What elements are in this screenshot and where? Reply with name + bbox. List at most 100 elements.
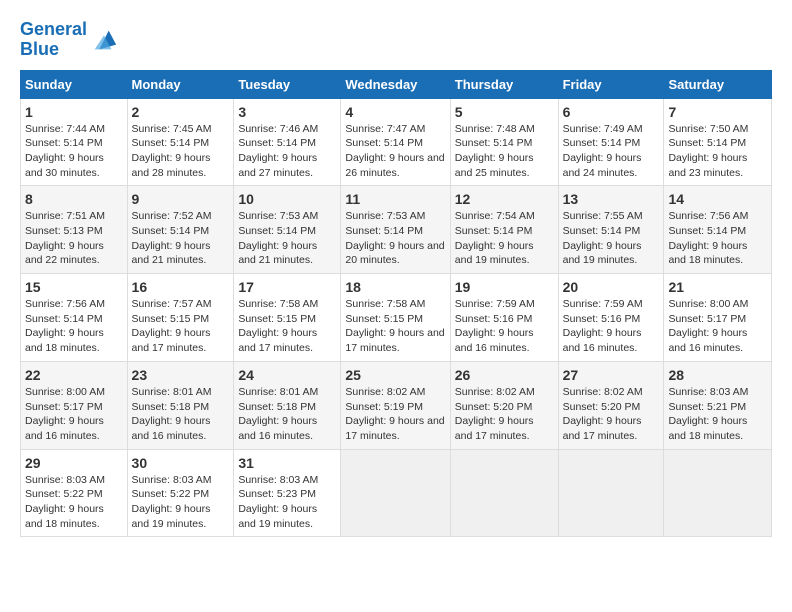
- sunrise-label: Sunrise: 8:03 AM: [668, 386, 748, 398]
- calendar-cell: 19 Sunrise: 7:59 AM Sunset: 5:16 PM Dayl…: [450, 274, 558, 362]
- calendar-cell: 12 Sunrise: 7:54 AM Sunset: 5:14 PM Dayl…: [450, 186, 558, 274]
- day-info: Sunrise: 7:45 AM Sunset: 5:14 PM Dayligh…: [132, 122, 230, 181]
- daylight-label: Daylight: 9 hours and 16 minutes.: [455, 327, 534, 354]
- sunset-label: Sunset: 5:21 PM: [668, 401, 746, 413]
- sunrise-label: Sunrise: 8:01 AM: [238, 386, 318, 398]
- sunrise-label: Sunrise: 7:46 AM: [238, 123, 318, 135]
- calendar-cell: [558, 449, 664, 537]
- sunset-label: Sunset: 5:15 PM: [345, 313, 423, 325]
- calendar-cell: 28 Sunrise: 8:03 AM Sunset: 5:21 PM Dayl…: [664, 361, 772, 449]
- daylight-label: Daylight: 9 hours and 30 minutes.: [25, 152, 104, 179]
- day-number: 21: [668, 279, 767, 295]
- calendar-cell: 5 Sunrise: 7:48 AM Sunset: 5:14 PM Dayli…: [450, 98, 558, 186]
- sunset-label: Sunset: 5:20 PM: [455, 401, 533, 413]
- sunrise-label: Sunrise: 7:44 AM: [25, 123, 105, 135]
- calendar-table: SundayMondayTuesdayWednesdayThursdayFrid…: [20, 70, 772, 538]
- sunset-label: Sunset: 5:14 PM: [563, 137, 641, 149]
- daylight-label: Daylight: 9 hours and 19 minutes.: [238, 503, 317, 530]
- calendar-cell: 13 Sunrise: 7:55 AM Sunset: 5:14 PM Dayl…: [558, 186, 664, 274]
- sunset-label: Sunset: 5:14 PM: [668, 225, 746, 237]
- daylight-label: Daylight: 9 hours and 21 minutes.: [238, 240, 317, 267]
- calendar-cell: 4 Sunrise: 7:47 AM Sunset: 5:14 PM Dayli…: [341, 98, 450, 186]
- calendar-cell: 6 Sunrise: 7:49 AM Sunset: 5:14 PM Dayli…: [558, 98, 664, 186]
- day-number: 18: [345, 279, 445, 295]
- day-number: 10: [238, 191, 336, 207]
- day-number: 9: [132, 191, 230, 207]
- day-info: Sunrise: 7:53 AM Sunset: 5:14 PM Dayligh…: [238, 209, 336, 268]
- page-container: General Blue SundayMondayTuesdayWednesda…: [0, 0, 792, 547]
- week-row-2: 8 Sunrise: 7:51 AM Sunset: 5:13 PM Dayli…: [21, 186, 772, 274]
- daylight-label: Daylight: 9 hours and 19 minutes.: [563, 240, 642, 267]
- sunrise-label: Sunrise: 7:55 AM: [563, 210, 643, 222]
- day-number: 25: [345, 367, 445, 383]
- daylight-label: Daylight: 9 hours and 22 minutes.: [25, 240, 104, 267]
- day-number: 14: [668, 191, 767, 207]
- day-number: 31: [238, 455, 336, 471]
- sunset-label: Sunset: 5:13 PM: [25, 225, 103, 237]
- daylight-label: Daylight: 9 hours and 24 minutes.: [563, 152, 642, 179]
- daylight-label: Daylight: 9 hours and 18 minutes.: [668, 240, 747, 267]
- day-number: 17: [238, 279, 336, 295]
- day-number: 6: [563, 104, 660, 120]
- day-number: 22: [25, 367, 123, 383]
- daylight-label: Daylight: 9 hours and 16 minutes.: [238, 415, 317, 442]
- sunrise-label: Sunrise: 7:50 AM: [668, 123, 748, 135]
- day-number: 8: [25, 191, 123, 207]
- daylight-label: Daylight: 9 hours and 17 minutes.: [563, 415, 642, 442]
- calendar-cell: 26 Sunrise: 8:02 AM Sunset: 5:20 PM Dayl…: [450, 361, 558, 449]
- calendar-cell: 15 Sunrise: 7:56 AM Sunset: 5:14 PM Dayl…: [21, 274, 128, 362]
- daylight-label: Daylight: 9 hours and 17 minutes.: [345, 415, 444, 442]
- sunset-label: Sunset: 5:14 PM: [132, 225, 210, 237]
- day-number: 4: [345, 104, 445, 120]
- day-info: Sunrise: 8:03 AM Sunset: 5:22 PM Dayligh…: [132, 473, 230, 532]
- calendar-cell: 31 Sunrise: 8:03 AM Sunset: 5:23 PM Dayl…: [234, 449, 341, 537]
- sunrise-label: Sunrise: 8:00 AM: [25, 386, 105, 398]
- day-info: Sunrise: 7:44 AM Sunset: 5:14 PM Dayligh…: [25, 122, 123, 181]
- day-number: 5: [455, 104, 554, 120]
- sunrise-label: Sunrise: 7:56 AM: [25, 298, 105, 310]
- sunrise-label: Sunrise: 7:59 AM: [455, 298, 535, 310]
- sunset-label: Sunset: 5:14 PM: [345, 137, 423, 149]
- day-number: 23: [132, 367, 230, 383]
- calendar-cell: 21 Sunrise: 8:00 AM Sunset: 5:17 PM Dayl…: [664, 274, 772, 362]
- day-number: 19: [455, 279, 554, 295]
- calendar-cell: 16 Sunrise: 7:57 AM Sunset: 5:15 PM Dayl…: [127, 274, 234, 362]
- sunrise-label: Sunrise: 8:02 AM: [455, 386, 535, 398]
- daylight-label: Daylight: 9 hours and 26 minutes.: [345, 152, 444, 179]
- sunset-label: Sunset: 5:22 PM: [25, 488, 103, 500]
- day-info: Sunrise: 8:02 AM Sunset: 5:20 PM Dayligh…: [455, 385, 554, 444]
- day-info: Sunrise: 7:48 AM Sunset: 5:14 PM Dayligh…: [455, 122, 554, 181]
- daylight-label: Daylight: 9 hours and 25 minutes.: [455, 152, 534, 179]
- sunset-label: Sunset: 5:14 PM: [238, 225, 316, 237]
- sunset-label: Sunset: 5:14 PM: [132, 137, 210, 149]
- daylight-label: Daylight: 9 hours and 16 minutes.: [563, 327, 642, 354]
- logo-general: General: [20, 19, 87, 39]
- logo-icon: [90, 26, 118, 54]
- sunrise-label: Sunrise: 7:58 AM: [238, 298, 318, 310]
- daylight-label: Daylight: 9 hours and 17 minutes.: [455, 415, 534, 442]
- col-header-monday: Monday: [127, 70, 234, 98]
- logo-text: General: [20, 20, 87, 40]
- daylight-label: Daylight: 9 hours and 18 minutes.: [25, 327, 104, 354]
- calendar-cell: [450, 449, 558, 537]
- sunset-label: Sunset: 5:14 PM: [455, 137, 533, 149]
- day-number: 11: [345, 191, 445, 207]
- header: General Blue: [20, 15, 772, 60]
- calendar-cell: 9 Sunrise: 7:52 AM Sunset: 5:14 PM Dayli…: [127, 186, 234, 274]
- day-info: Sunrise: 8:01 AM Sunset: 5:18 PM Dayligh…: [132, 385, 230, 444]
- sunrise-label: Sunrise: 7:59 AM: [563, 298, 643, 310]
- day-info: Sunrise: 7:47 AM Sunset: 5:14 PM Dayligh…: [345, 122, 445, 181]
- sunrise-label: Sunrise: 7:54 AM: [455, 210, 535, 222]
- day-info: Sunrise: 8:00 AM Sunset: 5:17 PM Dayligh…: [668, 297, 767, 356]
- calendar-cell: 24 Sunrise: 8:01 AM Sunset: 5:18 PM Dayl…: [234, 361, 341, 449]
- calendar-cell: 20 Sunrise: 7:59 AM Sunset: 5:16 PM Dayl…: [558, 274, 664, 362]
- sunset-label: Sunset: 5:22 PM: [132, 488, 210, 500]
- sunset-label: Sunset: 5:14 PM: [25, 313, 103, 325]
- week-row-4: 22 Sunrise: 8:00 AM Sunset: 5:17 PM Dayl…: [21, 361, 772, 449]
- calendar-cell: 17 Sunrise: 7:58 AM Sunset: 5:15 PM Dayl…: [234, 274, 341, 362]
- col-header-friday: Friday: [558, 70, 664, 98]
- day-number: 3: [238, 104, 336, 120]
- day-info: Sunrise: 8:03 AM Sunset: 5:21 PM Dayligh…: [668, 385, 767, 444]
- daylight-label: Daylight: 9 hours and 17 minutes.: [132, 327, 211, 354]
- sunrise-label: Sunrise: 7:47 AM: [345, 123, 425, 135]
